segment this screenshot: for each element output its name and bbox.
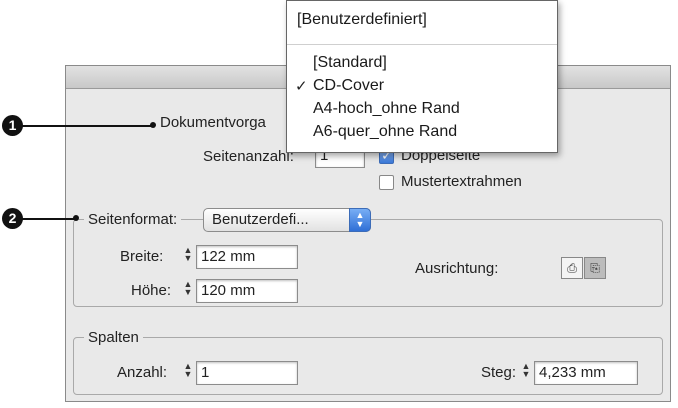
width-input[interactable]: 122 mm	[196, 245, 298, 269]
preset-dropdown-menu: [Benutzerdefiniert] [Standard] ✓ CD-Cove…	[286, 0, 558, 153]
menu-item-custom[interactable]: [Benutzerdefiniert]	[297, 11, 427, 29]
height-label: Höhe:	[131, 282, 172, 299]
page-size-label: Seitenformat:	[84, 211, 182, 228]
callout-2-dot	[73, 215, 79, 221]
landscape-orientation-icon[interactable]: ⎘	[584, 257, 606, 279]
popup-arrows-icon: ▲▼	[349, 208, 371, 232]
callout-2: 2	[2, 208, 23, 229]
callout-1: 1	[2, 115, 23, 136]
columns-count-input[interactable]: 1	[196, 361, 298, 385]
callout-1-line	[22, 125, 152, 127]
master-text-frame-label: Mustertextrahmen	[401, 173, 522, 190]
checkmark-icon: ✓	[295, 78, 308, 95]
callout-2-line	[22, 218, 74, 220]
preset-label: Dokumentvorga	[160, 114, 266, 131]
height-input[interactable]: 120 mm	[196, 279, 298, 303]
menu-separator	[287, 44, 557, 45]
menu-item-standard[interactable]: [Standard]	[313, 54, 387, 72]
callout-1-dot	[150, 122, 156, 128]
page-size-value: Benutzerdefi...	[212, 211, 309, 228]
menu-item-cd-cover[interactable]: CD-Cover	[313, 77, 384, 95]
master-text-frame-checkbox[interactable]	[379, 175, 394, 190]
menu-item-a4-portrait[interactable]: A4-hoch_ohne Rand	[313, 100, 460, 118]
columns-stepper-icon[interactable]: ▲ ▼	[182, 362, 194, 384]
columns-count-label: Anzahl:	[117, 364, 168, 381]
gutter-input[interactable]: 4,233 mm	[534, 361, 638, 385]
gutter-stepper-icon[interactable]: ▲ ▼	[520, 362, 532, 384]
page-size-popup[interactable]: Benutzerdefi... ▲ ▼	[203, 208, 371, 232]
orientation-label: Ausrichtung:	[415, 260, 499, 277]
pages-label: Seitenanzahl:	[203, 148, 294, 165]
width-label: Breite:	[120, 248, 164, 265]
gutter-label: Steg:	[481, 364, 517, 381]
width-stepper-icon[interactable]: ▲ ▼	[182, 246, 194, 268]
menu-item-a6-landscape[interactable]: A6-quer_ohne Rand	[313, 123, 457, 141]
columns-group-label: Spalten	[84, 329, 143, 346]
portrait-orientation-icon[interactable]: ⎙	[561, 257, 583, 279]
height-stepper-icon[interactable]: ▲ ▼	[182, 280, 194, 302]
